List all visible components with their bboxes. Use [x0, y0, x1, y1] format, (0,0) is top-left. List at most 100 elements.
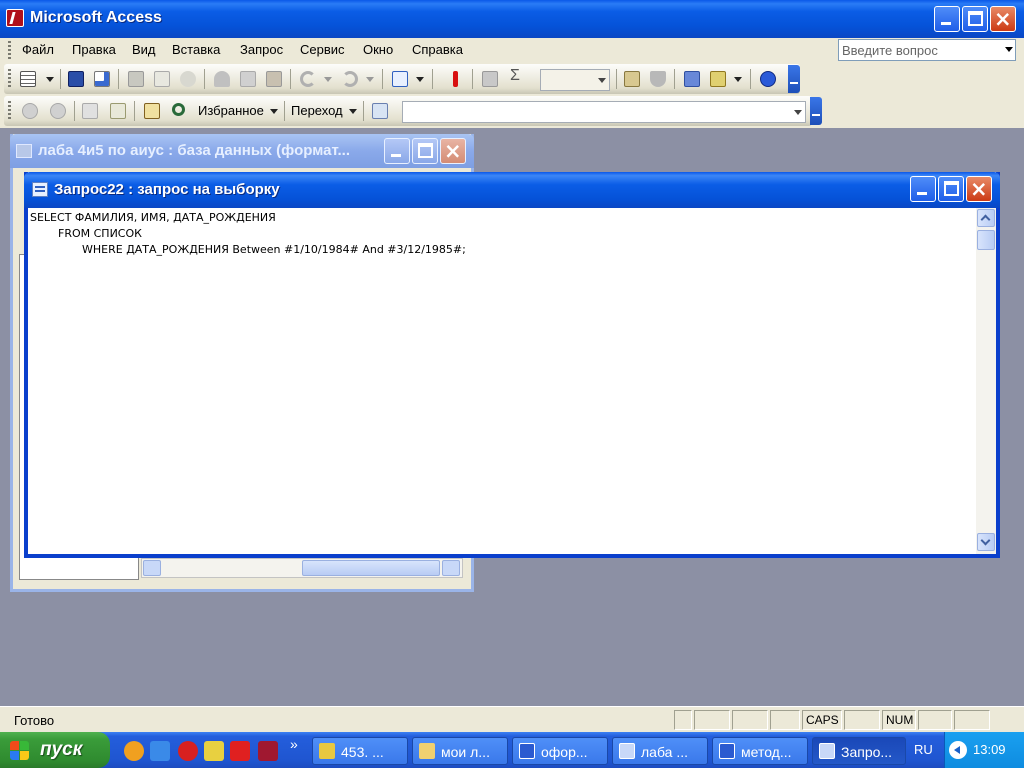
task-button-453[interactable]: 453. ... [312, 737, 408, 765]
menu-file[interactable]: Файл [22, 42, 54, 57]
quick-launch-icon[interactable] [150, 741, 170, 761]
task-button-folder[interactable]: мои л... [412, 737, 508, 765]
show-hidden-icons-button[interactable] [949, 741, 967, 759]
scroll-down-button[interactable] [977, 533, 995, 551]
menu-insert[interactable]: Вставка [172, 42, 220, 57]
access-icon[interactable] [258, 741, 278, 761]
chevron-down-icon[interactable] [349, 109, 357, 114]
db-close-button[interactable]: × [440, 138, 466, 164]
search-web-button[interactable] [170, 101, 190, 121]
language-indicator[interactable]: RU [914, 742, 933, 757]
scroll-up-button[interactable] [977, 209, 995, 227]
favorites-menu[interactable]: Избранное [198, 103, 264, 118]
query-window-title-bar[interactable]: Запрос22 : запрос на выборку × [24, 172, 1000, 208]
print-preview-button[interactable] [152, 69, 172, 89]
scroll-thumb[interactable] [977, 230, 995, 250]
run-button[interactable] [446, 69, 466, 89]
address-combo[interactable] [402, 101, 806, 123]
go-menu[interactable]: Переход [291, 103, 343, 118]
query-minimize-button[interactable] [910, 176, 936, 202]
menu-edit[interactable]: Правка [72, 42, 116, 57]
horizontal-scrollbar[interactable] [141, 558, 463, 578]
num-label: NUM [886, 713, 914, 727]
menu-query[interactable]: Запрос [240, 42, 283, 57]
undo-button[interactable] [298, 69, 318, 89]
quick-launch-overflow[interactable]: » [290, 736, 298, 752]
task-button-lab-db[interactable]: лаба ... [612, 737, 708, 765]
build-button[interactable] [648, 69, 668, 89]
database-window-button[interactable] [682, 69, 702, 89]
menu-tools[interactable]: Сервис [300, 42, 345, 57]
task-button-word-1[interactable]: офор... [512, 737, 608, 765]
properties-icon [624, 71, 640, 87]
query-maximize-button[interactable] [938, 176, 964, 202]
minimize-button[interactable] [934, 6, 960, 32]
undo-icon [300, 71, 316, 87]
word-icon [719, 743, 735, 759]
save-button[interactable] [66, 69, 86, 89]
chevron-down-icon[interactable] [416, 77, 424, 82]
media-player-icon[interactable] [124, 741, 144, 761]
toolbar-options-button[interactable] [810, 97, 822, 125]
app-title-bar[interactable]: Microsoft Access × [0, 0, 1024, 38]
opera-icon[interactable] [178, 741, 198, 761]
db-maximize-button[interactable] [412, 138, 438, 164]
totals-button[interactable]: Σ [508, 67, 528, 89]
forward-button[interactable] [48, 101, 68, 121]
back-button[interactable] [20, 101, 40, 121]
chevron-down-icon[interactable] [270, 109, 278, 114]
new-object-button[interactable] [708, 69, 728, 89]
show-table-button[interactable] [480, 69, 500, 89]
vertical-scrollbar[interactable] [976, 208, 996, 554]
access-app-icon[interactable] [6, 9, 24, 27]
chevron-down-icon[interactable] [1005, 47, 1013, 52]
chevron-down-icon[interactable] [324, 77, 332, 82]
chevron-down-icon[interactable] [46, 77, 54, 82]
stop-button[interactable] [80, 101, 100, 121]
menu-help[interactable]: Справка [412, 42, 463, 57]
db-minimize-button[interactable] [384, 138, 410, 164]
help-button[interactable] [758, 69, 778, 89]
start-button[interactable]: пуск [0, 732, 110, 768]
top-values-combo[interactable] [540, 69, 610, 91]
toolbar-grip[interactable] [8, 101, 11, 121]
query-window[interactable]: Запрос22 : запрос на выборку × SELECT ФА… [24, 172, 1000, 558]
scroll-right-button[interactable] [442, 560, 460, 576]
show-only-web-toolbar-button[interactable] [370, 101, 390, 121]
close-button[interactable]: × [990, 6, 1016, 32]
paste-button[interactable] [264, 69, 284, 89]
query-type-button[interactable] [390, 69, 410, 89]
menu-view[interactable]: Вид [132, 42, 156, 57]
cut-button[interactable] [212, 69, 232, 89]
menu-grip[interactable] [8, 41, 11, 59]
acrobat-icon[interactable] [230, 741, 250, 761]
print-button[interactable] [126, 69, 146, 89]
database-window-title-bar[interactable]: лаба 4и5 по аиус : база данных (формат..… [10, 134, 474, 168]
view-button[interactable] [18, 69, 38, 89]
copy-button[interactable] [238, 69, 258, 89]
chevron-down-icon[interactable] [366, 77, 374, 82]
toolbar-options-button[interactable] [788, 65, 800, 93]
minimize-icon [941, 22, 951, 25]
redo-button[interactable] [340, 69, 360, 89]
search-file-button[interactable] [92, 69, 112, 89]
task-button-query[interactable]: Запро... [812, 737, 906, 765]
maximize-button[interactable] [962, 6, 988, 32]
menu-window[interactable]: Окно [363, 42, 393, 57]
ask-question-box[interactable]: Введите вопрос [838, 39, 1016, 61]
scroll-thumb[interactable] [302, 560, 440, 576]
properties-button[interactable] [622, 69, 642, 89]
toolbar-grip[interactable] [8, 69, 11, 89]
spelling-button[interactable] [178, 69, 198, 89]
scroll-left-button[interactable] [143, 560, 161, 576]
lightning-icon[interactable] [204, 741, 224, 761]
chevron-down-icon[interactable] [734, 77, 742, 82]
clock[interactable]: 13:09 [973, 742, 1006, 757]
chevron-down-icon[interactable] [794, 110, 802, 115]
query-close-button[interactable]: × [966, 176, 992, 202]
sql-editor[interactable]: SELECT ФАМИЛИЯ, ИМЯ, ДАТА_РОЖДЕНИЯ FROM … [28, 208, 976, 554]
chevron-down-icon[interactable] [598, 78, 606, 83]
refresh-button[interactable] [108, 101, 128, 121]
task-button-word-2[interactable]: метод... [712, 737, 808, 765]
home-button[interactable] [142, 101, 162, 121]
